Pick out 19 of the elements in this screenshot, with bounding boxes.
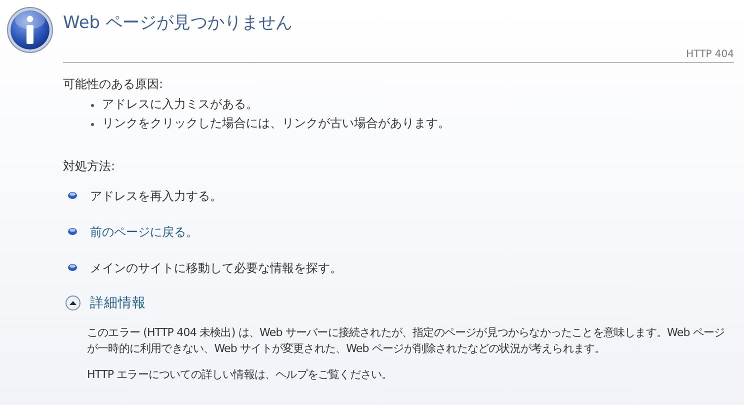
back-link[interactable]: 前のページに戻る。	[90, 222, 198, 240]
cause-text: アドレスに入力ミスがある。	[102, 96, 258, 112]
details-paragraph: このエラー (HTTP 404 未検出) は、Web サーバーに接続されたが、指定のページが見つからなかったことを意味します。Web ページが一時的に利用できない、Web サイトが変更された、Web ページが削除されたなどの状況が考えられます。	[87, 324, 726, 357]
solution-text: メインのサイトに移動して必要な情報を探す。	[90, 260, 342, 276]
bullet-icon	[91, 122, 94, 126]
collapse-icon[interactable]	[65, 294, 81, 311]
section-heading: 対処方法:	[63, 158, 116, 174]
bullet-icon	[68, 228, 77, 235]
cause-text: リンクをクリックした場合には、リンクが古い場合があります。	[102, 114, 450, 132]
error-code: HTTP 404	[686, 48, 734, 62]
bullet-icon	[68, 192, 77, 199]
page-title: Web ページが見つかりません	[63, 12, 294, 35]
section-heading: 可能性のある原因:	[63, 76, 164, 92]
details-link[interactable]: 詳細情報	[90, 292, 146, 313]
solution-text: アドレスを再入力する。	[90, 188, 222, 204]
info-icon	[6, 6, 54, 54]
bullet-icon	[91, 104, 94, 106]
bullet-icon	[68, 264, 77, 271]
details-paragraph: HTTP エラーについての詳しい情報は、ヘルプをご覧ください。	[87, 366, 394, 383]
